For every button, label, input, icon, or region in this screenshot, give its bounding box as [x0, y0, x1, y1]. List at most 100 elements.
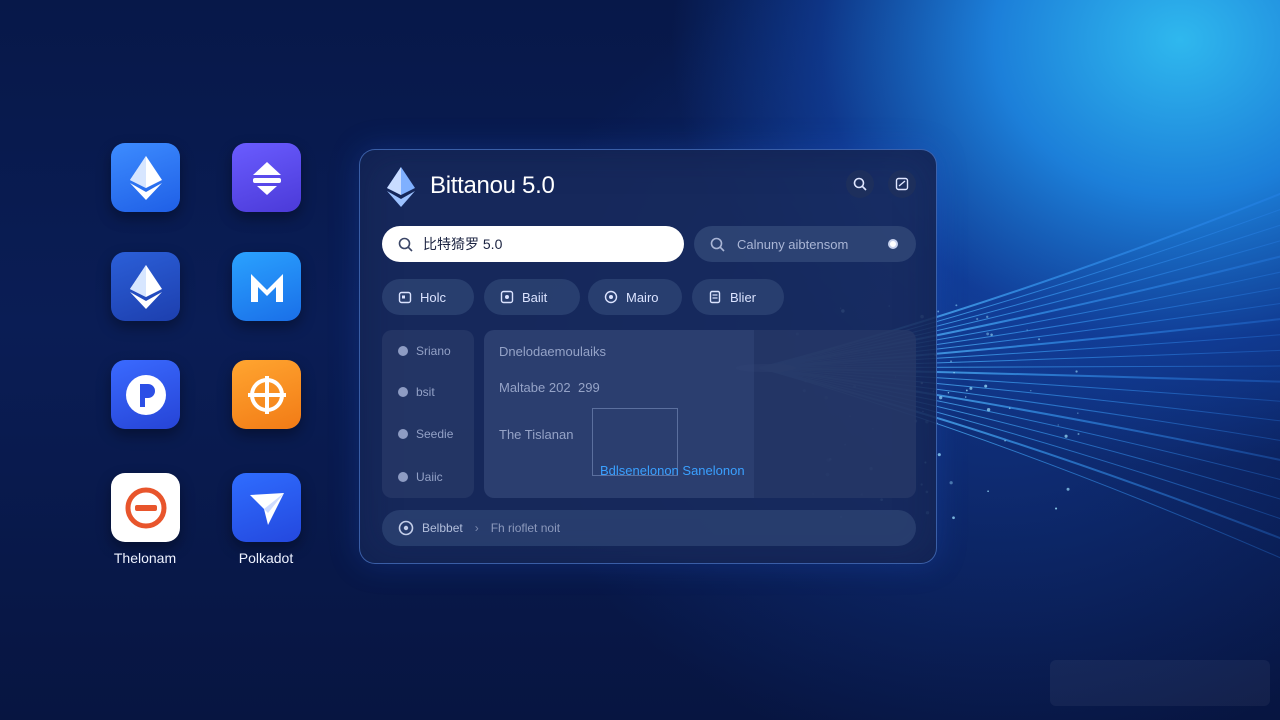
p-app-icon[interactable] — [111, 360, 180, 429]
search-icon — [853, 177, 867, 191]
m-app-icon[interactable] — [232, 252, 301, 321]
secondary-search-bar[interactable]: Calnuny aibtensom — [694, 226, 916, 262]
beam-particle — [1004, 439, 1007, 442]
beam-particle — [986, 408, 991, 412]
calendar-icon — [398, 291, 412, 304]
crosshair-icon — [247, 375, 286, 414]
beam-particle — [986, 315, 989, 319]
beam-particle — [976, 317, 979, 321]
beam-particle — [1075, 370, 1078, 373]
content-line-2a: Maltabe 202 — [499, 380, 571, 395]
layers-icon — [398, 429, 408, 439]
beam-particle — [1066, 487, 1070, 491]
watermark — [1050, 660, 1270, 706]
side-item-label: bsit — [416, 385, 435, 399]
side-item-sriano[interactable]: Sriano — [398, 344, 451, 358]
chip-baiit[interactable]: Baiit — [484, 279, 580, 315]
side-item-bsit[interactable]: bsit — [398, 385, 435, 399]
paper-plane-icon — [249, 492, 284, 525]
footer-bar[interactable]: Belbbet › Fh rioflet noit — [382, 510, 916, 546]
beam-particle — [990, 333, 993, 337]
beam-particle — [953, 371, 955, 374]
content-line-3: The Tislanan — [499, 427, 574, 442]
side-item-seedie[interactable]: Seedie — [398, 427, 453, 441]
chip-label: Mairo — [626, 289, 659, 305]
beam-particle — [984, 384, 988, 388]
search-input[interactable] — [423, 236, 663, 252]
beam-particle — [1026, 329, 1028, 331]
chip-label: Holc — [420, 289, 447, 305]
beam-particle — [1077, 433, 1080, 436]
search-bar[interactable] — [382, 226, 684, 262]
beam-particle — [937, 453, 941, 457]
content-link[interactable]: Bdlsenelonon Sanelonon — [600, 463, 745, 478]
search-icon — [710, 237, 725, 252]
ethereum-icon — [129, 155, 162, 200]
content-line-1: Dnelodaemoulaiks — [499, 344, 606, 359]
edit-button[interactable] — [888, 170, 916, 198]
beam-particle — [1064, 434, 1068, 438]
panel-title: Bittanou 5.0 — [430, 172, 555, 199]
ethereum-icon — [129, 264, 162, 309]
side-menu: Sriano bsit Seedie Uaiic — [382, 330, 474, 498]
beam-particle — [947, 391, 950, 394]
content-line-2b: 299 — [578, 380, 600, 395]
beam-particle — [950, 360, 953, 363]
beam-particle — [1030, 389, 1032, 392]
toggle-dot[interactable] — [888, 239, 898, 249]
ethereum-logo-icon — [387, 167, 415, 207]
beam-particle — [965, 389, 968, 392]
app-label-polkadot: Polkadot — [238, 550, 294, 566]
beam-particle — [952, 516, 955, 520]
side-item-label: Sriano — [416, 344, 451, 358]
upload-arrow-icon — [252, 161, 281, 195]
beam-particle — [937, 310, 940, 313]
chip-mairo[interactable]: Mairo — [588, 279, 682, 315]
beam-particle — [969, 386, 973, 390]
ethereum-app-icon[interactable] — [111, 143, 180, 212]
minus-circle-icon — [125, 487, 166, 528]
m-letter-icon — [250, 273, 283, 302]
beam-particle — [965, 396, 967, 398]
search-button[interactable] — [846, 170, 874, 198]
document-icon — [709, 290, 721, 304]
content-card: Dnelodaemoulaiks Maltabe 202 299 The Tis… — [484, 330, 916, 498]
side-item-label: Seedie — [416, 427, 454, 441]
dot-icon — [398, 472, 408, 482]
chip-label: Baiit — [522, 289, 548, 305]
beam-particle — [939, 396, 943, 400]
side-item-label: Uaiic — [416, 470, 443, 484]
wallet-panel: Bittanou 5.0 Calnuny aibtensom — [359, 149, 937, 564]
settings-icon — [398, 520, 414, 536]
beam-particle — [1038, 338, 1041, 341]
beam-particle — [986, 332, 990, 336]
chevron-right-icon: › — [474, 521, 479, 535]
minus-app-icon[interactable] — [111, 473, 180, 542]
app-label-thelonam: Thelonam — [113, 550, 177, 566]
beam-particle — [1057, 424, 1059, 426]
layers-icon — [398, 346, 408, 356]
edit-icon — [895, 177, 909, 191]
chip-label: Blier — [730, 289, 757, 305]
chip-holc[interactable]: Holc — [382, 279, 474, 315]
search-icon — [398, 237, 413, 252]
image-icon — [500, 290, 514, 304]
secondary-search-text: Calnuny aibtensom — [737, 236, 849, 252]
send-app-icon[interactable] — [232, 473, 301, 542]
footer-text: Fh rioflet noit — [490, 521, 561, 535]
chip-blier[interactable]: Blier — [692, 279, 784, 315]
footer-label: Belbbet — [422, 521, 463, 535]
beam-particle — [1008, 407, 1011, 410]
p-letter-icon — [125, 374, 166, 415]
beam-particle — [1077, 412, 1079, 414]
beam-particle — [949, 481, 953, 485]
target-app-icon[interactable] — [232, 360, 301, 429]
beam-particle — [955, 304, 958, 307]
arrow-app-icon[interactable] — [232, 143, 301, 212]
beam-particle — [1055, 507, 1058, 510]
ethereum-dark-app-icon[interactable] — [111, 252, 180, 321]
gear-icon — [604, 290, 618, 304]
side-item-uaiic[interactable]: Uaiic — [398, 470, 443, 484]
beam-particle — [987, 490, 989, 493]
dot-icon — [398, 387, 408, 397]
